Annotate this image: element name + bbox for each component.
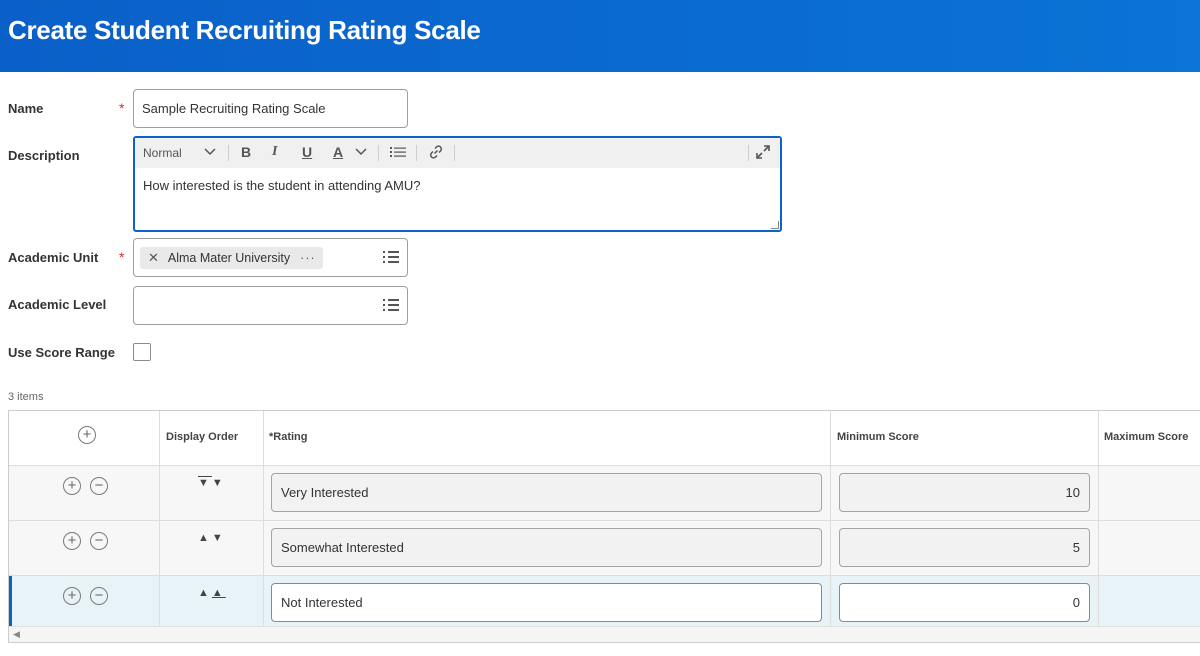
rating-grid: + Display Order *Rating Minimum Score Ma…: [8, 410, 1200, 643]
resize-handle-icon[interactable]: [771, 221, 779, 229]
toolbar-divider: [748, 145, 749, 161]
minimum-score-value: 10: [1065, 485, 1080, 500]
reorder-arrows[interactable]: ▼▼: [198, 477, 226, 489]
minimum-score-input[interactable]: 10: [839, 473, 1090, 512]
description-label: Description: [8, 148, 80, 163]
italic-button[interactable]: I: [272, 144, 277, 160]
minimum-score-input[interactable]: 5: [839, 528, 1090, 567]
column-header-display-order[interactable]: Display Order: [166, 431, 238, 443]
page-header: Create Student Recruiting Rating Scale: [0, 0, 1200, 72]
editor-toolbar: Normal B I U A: [135, 138, 780, 168]
list-icon[interactable]: [389, 145, 407, 162]
chevron-down-icon[interactable]: [203, 144, 217, 161]
add-row-icon[interactable]: +: [78, 426, 96, 444]
toolbar-divider: [454, 145, 455, 161]
column-header-rating[interactable]: *Rating: [269, 431, 308, 443]
description-editor[interactable]: Normal B I U A How interested is the stu…: [133, 136, 782, 232]
rating-value: Very Interested: [281, 485, 369, 500]
description-text: How interested is the student in attendi…: [143, 178, 421, 193]
remove-row-icon[interactable]: −: [90, 532, 108, 550]
academic-unit-field[interactable]: ✕ Alma Mater University ···: [133, 238, 408, 277]
prompt-list-icon[interactable]: [383, 251, 399, 264]
style-select[interactable]: Normal: [143, 146, 182, 160]
add-row-icon[interactable]: +: [63, 532, 81, 550]
academic-unit-value: Alma Mater University: [167, 251, 291, 265]
page-title: Create Student Recruiting Rating Scale: [8, 15, 481, 45]
toolbar-divider: [378, 145, 379, 161]
toolbar-divider: [228, 145, 229, 161]
reorder-arrows[interactable]: ▲▼: [198, 532, 226, 544]
required-indicator: *: [119, 249, 125, 265]
more-icon[interactable]: ···: [300, 251, 316, 265]
column-header-minimum-score[interactable]: Minimum Score: [837, 431, 919, 443]
move-up-icon[interactable]: ▲: [198, 587, 212, 599]
chevron-down-icon[interactable]: [354, 144, 368, 161]
remove-row-icon[interactable]: −: [90, 477, 108, 495]
toolbar-divider: [416, 145, 417, 161]
minimum-score-input[interactable]: 0: [839, 583, 1090, 622]
rating-input[interactable]: Somewhat Interested: [271, 528, 822, 567]
name-input-value: Sample Recruiting Rating Scale: [142, 101, 326, 116]
rating-value: Not Interested: [281, 595, 363, 610]
academic-unit-label: Academic Unit: [8, 250, 99, 265]
expand-icon[interactable]: [756, 145, 770, 162]
font-color-button[interactable]: A: [333, 144, 343, 160]
horizontal-scrollbar[interactable]: ◀: [9, 626, 1200, 642]
move-to-bottom-icon[interactable]: ▲: [212, 587, 226, 599]
academic-level-label: Academic Level: [8, 297, 107, 312]
rating-input[interactable]: Not Interested: [271, 583, 822, 622]
rating-value: Somewhat Interested: [281, 540, 404, 555]
remove-icon[interactable]: ✕: [148, 250, 159, 266]
remove-row-icon[interactable]: −: [90, 587, 108, 605]
items-count: 3 items: [8, 391, 44, 403]
move-down-icon[interactable]: ▼: [212, 477, 226, 489]
prompt-list-icon[interactable]: [383, 299, 399, 312]
academic-level-field[interactable]: [133, 286, 408, 325]
scroll-left-icon[interactable]: ◀: [13, 629, 20, 640]
use-score-range-checkbox[interactable]: [133, 343, 151, 361]
reorder-arrows[interactable]: ▲▲: [198, 587, 226, 599]
selected-item-pill: ✕ Alma Mater University ···: [140, 247, 323, 269]
add-row-icon[interactable]: +: [63, 477, 81, 495]
add-row-icon[interactable]: +: [63, 587, 81, 605]
column-header-maximum-score[interactable]: Maximum Score: [1104, 431, 1188, 443]
required-indicator: *: [119, 100, 125, 116]
bold-button[interactable]: B: [241, 144, 251, 160]
move-up-icon[interactable]: ▲: [198, 532, 212, 544]
underline-button[interactable]: U: [302, 144, 312, 160]
minimum-score-value: 0: [1072, 595, 1080, 610]
move-down-icon[interactable]: ▼: [212, 532, 226, 544]
name-label: Name: [8, 101, 44, 116]
rating-input[interactable]: Very Interested: [271, 473, 822, 512]
link-icon[interactable]: [428, 144, 444, 163]
use-score-range-label: Use Score Range: [8, 345, 115, 360]
name-input[interactable]: Sample Recruiting Rating Scale: [133, 89, 408, 128]
move-to-top-icon[interactable]: ▼: [198, 477, 212, 489]
minimum-score-value: 5: [1072, 540, 1080, 555]
